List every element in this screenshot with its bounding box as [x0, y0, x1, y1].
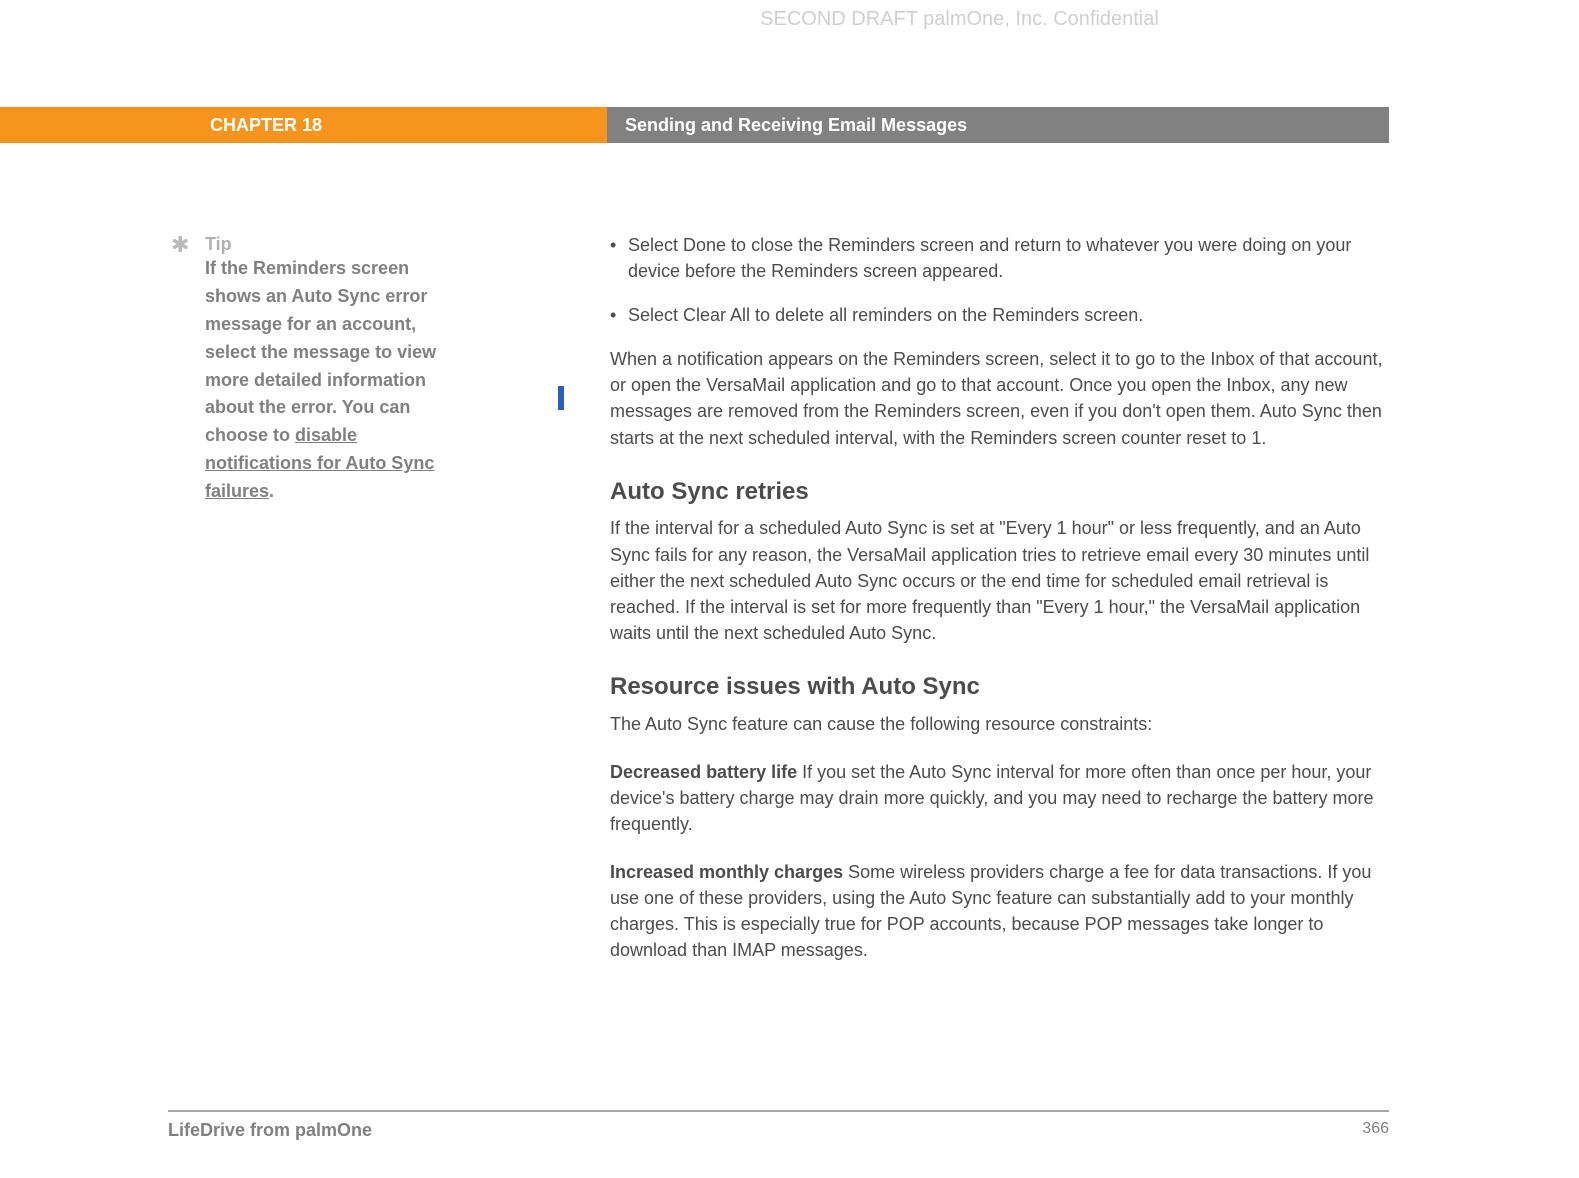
paragraph: The Auto Sync feature can cause the foll…	[610, 711, 1390, 737]
bullet-item: • Select Done to close the Reminders scr…	[610, 232, 1390, 284]
section-heading-auto-sync-retries: Auto Sync retries	[610, 475, 1390, 510]
paragraph: If the interval for a scheduled Auto Syn…	[610, 515, 1390, 645]
tip-text-after: .	[269, 481, 274, 501]
tip-body: If the Reminders screen shows an Auto Sy…	[205, 255, 465, 506]
bullet-icon: •	[610, 302, 628, 328]
bullet-item: • Select Clear All to delete all reminde…	[610, 302, 1390, 328]
tip-label: Tip	[205, 234, 465, 255]
bullet-text: Select Clear All to delete all reminders…	[628, 302, 1143, 328]
footer: LifeDrive from palmOne 366	[168, 1120, 1389, 1141]
tip-text-before: If the Reminders screen shows an Auto Sy…	[205, 258, 436, 445]
chapter-title: Sending and Receiving Email Messages	[607, 107, 1389, 143]
inline-heading: Increased monthly charges	[610, 862, 843, 882]
paragraph: Decreased battery life If you set the Au…	[610, 759, 1390, 837]
tip-sidebar: ✱ Tip If the Reminders screen shows an A…	[175, 234, 465, 506]
asterisk-icon: ✱	[171, 232, 189, 258]
bullet-text: Select Done to close the Reminders scree…	[628, 232, 1390, 284]
revision-bar-icon	[558, 386, 564, 410]
paragraph: Increased monthly charges Some wireless …	[610, 859, 1390, 963]
chapter-label: CHAPTER 18	[0, 107, 607, 143]
product-name: LifeDrive from palmOne	[168, 1120, 372, 1141]
paragraph: When a notification appears on the Remin…	[610, 346, 1390, 450]
chapter-header-bar: CHAPTER 18 Sending and Receiving Email M…	[0, 107, 1389, 143]
section-heading-resource-issues: Resource issues with Auto Sync	[610, 670, 1390, 705]
confidential-header: SECOND DRAFT palmOne, Inc. Confidential	[0, 8, 1579, 31]
inline-heading: Decreased battery life	[610, 762, 797, 782]
main-content: • Select Done to close the Reminders scr…	[610, 232, 1390, 985]
bullet-icon: •	[610, 232, 628, 284]
page-number: 366	[1362, 1120, 1389, 1141]
footer-rule	[168, 1110, 1389, 1112]
